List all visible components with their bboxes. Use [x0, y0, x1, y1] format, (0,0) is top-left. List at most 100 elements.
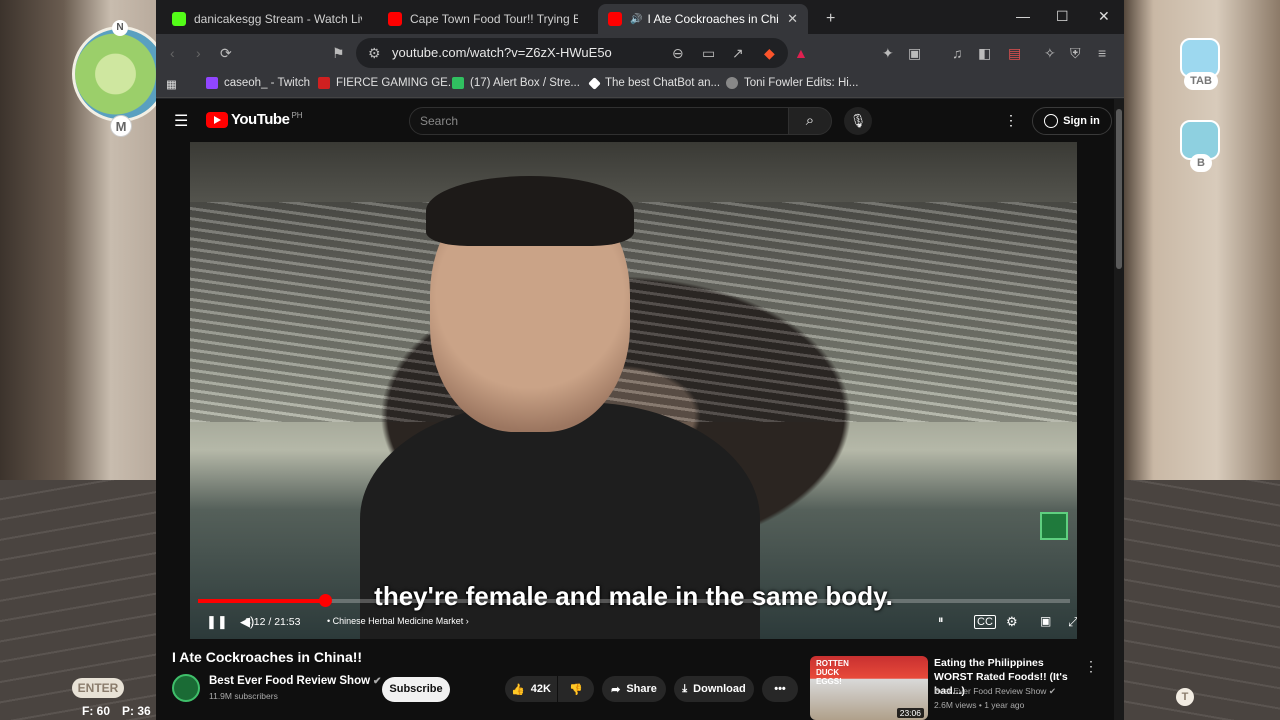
twitch-icon	[206, 77, 218, 89]
tab-title: Cape Town Food Tour!! Trying Best S	[410, 12, 578, 26]
maximize-icon[interactable]: ☐	[1056, 8, 1069, 25]
bookmark-label: (17) Alert Box / Stre...	[470, 77, 580, 89]
account-icon	[1044, 114, 1059, 128]
apps-grid-icon[interactable]: ▦	[166, 77, 177, 91]
thumbnail-text: ROTTEN DUCK EGGS!	[816, 659, 849, 686]
recommended-video[interactable]: ROTTEN DUCK EGGS! 23:06 Eating the Phili…	[810, 656, 1110, 720]
tab-title: danicakesgg Stream - Watch Live	[194, 12, 362, 26]
menu-icon[interactable]: ≡	[1098, 44, 1106, 62]
recommended-more-icon[interactable]: ⋮	[1084, 658, 1098, 675]
youtube-logo[interactable]: YouTube PH	[206, 111, 303, 128]
bookmark-label: The best ChatBot an...	[605, 77, 721, 89]
verified-icon: ✔	[1048, 686, 1056, 696]
bookmark-caseoh[interactable]: caseoh_ - Twitch	[206, 77, 310, 89]
chapter-link[interactable]: • Chinese Herbal Medicine Market ›	[327, 616, 469, 626]
autoplay-toggle-icon[interactable]: ⏸	[938, 614, 944, 627]
search-button[interactable]: ⌕	[788, 107, 832, 135]
bookmark-fierce-gaming[interactable]: FIERCE GAMING GE...	[318, 77, 457, 89]
hamburger-menu-icon[interactable]: ☰	[174, 111, 188, 131]
tab-kick-stream[interactable]: danicakesgg Stream - Watch Live	[162, 4, 372, 34]
recommended-thumbnail[interactable]: ROTTEN DUCK EGGS! 23:06	[810, 656, 928, 720]
sidebar-icon[interactable]: ◧	[978, 44, 991, 62]
video-player[interactable]: they're female and male in the same body…	[190, 142, 1077, 639]
back-icon[interactable]: ‹	[170, 44, 175, 62]
extensions-icon[interactable]: ✦	[882, 44, 894, 62]
progress-fill	[198, 599, 326, 603]
sign-in-button[interactable]: Sign in	[1032, 107, 1112, 135]
bookmark-alert-box[interactable]: (17) Alert Box / Stre...	[452, 77, 580, 89]
recommended-channel[interactable]: Best Ever Food Review Show ✔	[934, 686, 1056, 697]
wallet-icon[interactable]: ▤	[1008, 44, 1021, 62]
bookmark-label: caseoh_ - Twitch	[224, 77, 311, 89]
dislike-button[interactable]: 👎	[558, 676, 594, 702]
share-button[interactable]: ➦ Share	[602, 676, 666, 702]
scrollbar-thumb[interactable]	[1116, 109, 1122, 269]
logo-text: YouTube	[231, 111, 290, 128]
settings-kebab-icon[interactable]: ⋮	[1004, 112, 1018, 129]
like-count: 42K	[530, 683, 551, 695]
screenshot-icon[interactable]: ▣	[908, 44, 921, 62]
leo-ai-icon[interactable]: ✧	[1044, 44, 1056, 62]
share-page-icon[interactable]: ↗	[732, 44, 744, 62]
minimize-icon[interactable]: —	[1016, 8, 1030, 24]
reload-icon[interactable]: ⟳	[220, 44, 232, 62]
t-key-label[interactable]: T	[1176, 688, 1194, 706]
video-info: I Ate Cockroaches in China!! Best Ever F…	[156, 640, 1124, 720]
tab-cape-town[interactable]: Cape Town Food Tour!! Trying Best S	[378, 4, 588, 34]
brave-shield-icon[interactable]: ◆	[764, 44, 775, 62]
bookmark-toni-fowler[interactable]: Toni Fowler Edits: Hi...	[726, 77, 858, 89]
bookmark-icon[interactable]: ⚑	[332, 44, 345, 62]
close-window-icon[interactable]: ✕	[1098, 8, 1110, 25]
channel-avatar[interactable]	[172, 674, 200, 702]
settings-gear-icon[interactable]: ⚙	[1006, 614, 1018, 630]
close-tab-icon[interactable]: ✕	[787, 11, 798, 27]
share-label: Share	[626, 683, 657, 695]
forward-icon[interactable]: ›	[196, 44, 201, 62]
more-actions-button[interactable]: •••	[762, 676, 798, 702]
fullscreen-icon[interactable]: ⤢	[1068, 614, 1077, 630]
site-info-icon[interactable]: ⚙	[368, 44, 381, 62]
tab-key-label: TAB	[1184, 72, 1218, 90]
channel-name[interactable]: Best Ever Food Review Show ✔	[209, 675, 381, 687]
youtube-header: ☰ YouTube PH Search ⌕ 🎙 ⋮ Sign in	[156, 99, 1116, 143]
brave-rewards-icon[interactable]: ▲	[794, 44, 808, 62]
zoom-icon[interactable]: ⊖	[672, 44, 684, 62]
browser-toolbar: ‹ › ⟳ ⚑ ⚙ youtube.com/watch?v=Z6zX-HWuE5…	[156, 34, 1124, 72]
like-button[interactable]: 👍 42K	[505, 676, 557, 702]
minimap-north-label: N	[112, 20, 128, 36]
bookmark-chatbot[interactable]: The best ChatBot an...	[588, 76, 721, 90]
subscribe-button[interactable]: Subscribe	[382, 677, 450, 702]
tab-active-cockroaches[interactable]: 🔊 I Ate Cockroaches in China!! - ✕	[598, 4, 808, 34]
fps-counter: F: 60	[82, 704, 111, 718]
country-code: PH	[291, 111, 303, 120]
subscriber-count: 11.9M subscribers	[209, 691, 278, 701]
fierce-icon	[318, 77, 330, 89]
media-icon[interactable]: ♫	[952, 44, 963, 62]
kick-favicon-icon	[172, 12, 186, 26]
new-tab-button[interactable]: +	[816, 4, 844, 34]
game-minimap[interactable]	[72, 26, 168, 122]
voice-search-button[interactable]: 🎙	[844, 107, 872, 135]
qr-overlay-icon	[1040, 512, 1068, 540]
search-input[interactable]: Search	[409, 107, 789, 135]
enter-key-label[interactable]: ENTER	[72, 678, 124, 698]
ping-counter: P: 36	[122, 704, 151, 718]
download-button[interactable]: ⤓ Download	[674, 676, 754, 702]
bookmarks-bar: ▦ caseoh_ - Twitch FIERCE GAMING GE... (…	[156, 72, 1124, 98]
player-controls: ❚❚ ◀) 3:12 / 21:53 • Chinese Herbal Medi…	[190, 608, 1077, 638]
vpn-shield-icon[interactable]: ⛨	[1070, 44, 1081, 62]
minimap-m-button[interactable]: M	[110, 115, 132, 137]
pause-icon[interactable]: ❚❚	[206, 614, 228, 630]
address-bar[interactable]: ⚙ youtube.com/watch?v=Z6zX-HWuE5o ⊖ ▭ ↗	[356, 38, 788, 68]
youtube-favicon-icon	[388, 12, 402, 26]
page-scrollbar[interactable]	[1114, 99, 1124, 720]
recommended-channel-text: Best Ever Food Review Show	[934, 686, 1047, 696]
tab-strip: danicakesgg Stream - Watch Live Cape Tow…	[156, 0, 1124, 34]
browser-window: danicakesgg Stream - Watch Live Cape Tow…	[156, 0, 1124, 720]
cast-icon[interactable]: ▭	[702, 44, 715, 62]
miniplayer-icon[interactable]: ▣	[1040, 614, 1051, 628]
video-duration: 23:06	[896, 708, 924, 718]
youtube-favicon-icon	[608, 12, 622, 26]
url-text: youtube.com/watch?v=Z6zX-HWuE5o	[392, 45, 612, 60]
captions-icon[interactable]: CC	[974, 615, 996, 629]
